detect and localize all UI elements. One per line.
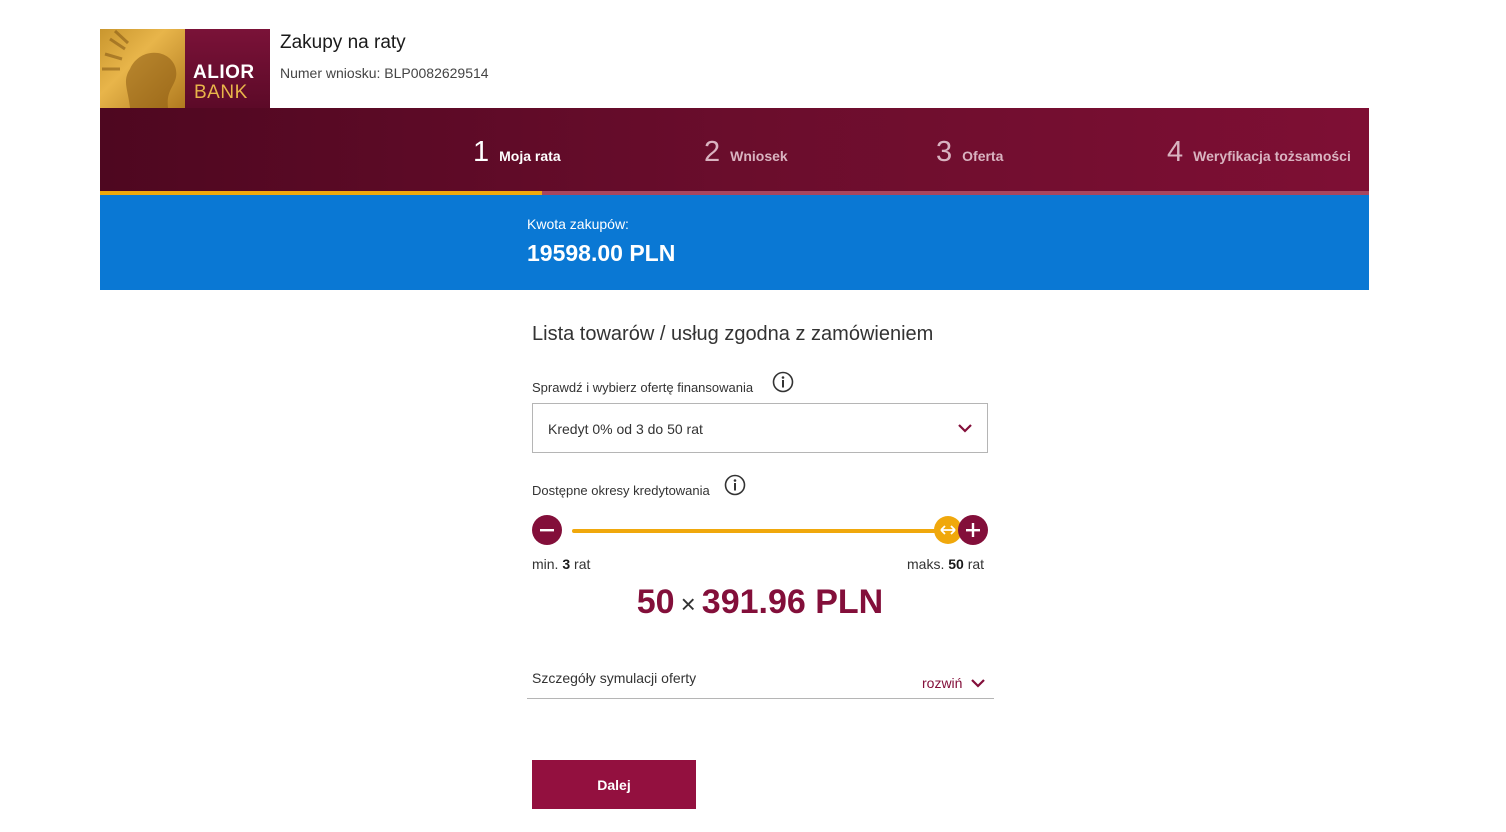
step-number: 4 — [1167, 136, 1184, 168]
step-number: 3 — [936, 136, 953, 168]
offer-select-value: Kredyt 0% od 3 do 50 rat — [548, 421, 703, 437]
amount-label: Kwota zakupów: — [527, 216, 629, 232]
steps-bar: 1 Moja rata 2 Wniosek 3 Oferta 4 Weryfik… — [100, 108, 1369, 191]
minus-icon — [540, 529, 554, 532]
max-prefix: maks. — [907, 556, 945, 572]
chevron-down-icon — [971, 679, 986, 688]
logo-text-alior: ALIOR — [193, 62, 255, 83]
slider-max-label: maks. 50 rat — [907, 556, 984, 572]
step-label: Oferta — [962, 148, 1004, 164]
section-title: Lista towarów / usług zgodna z zamówieni… — [532, 323, 934, 345]
next-button[interactable]: Dalej — [532, 760, 696, 809]
step-label: Moja rata — [499, 148, 561, 164]
plus-icon — [966, 523, 980, 537]
chevron-down-icon — [958, 424, 972, 433]
min-value: 3 — [562, 556, 571, 572]
increase-button[interactable] — [958, 515, 988, 545]
profile-head-icon — [102, 29, 177, 108]
period-label: Dostępne okresy kredytowania — [532, 483, 710, 498]
application-number: Numer wniosku: BLP0082629514 — [280, 65, 489, 81]
installment-count: 50 — [636, 583, 675, 621]
details-toggle-label: rozwiń — [922, 675, 963, 691]
step-label: Wniosek — [730, 148, 788, 164]
amount-bar — [100, 195, 1369, 290]
divider — [527, 698, 994, 699]
step-weryfikacja: 4 Weryfikacja tożsamości — [1167, 136, 1351, 169]
step-moja-rata: 1 Moja rata — [473, 136, 561, 169]
multiply-sign: × — [680, 589, 696, 619]
details-expand-toggle[interactable]: rozwiń — [922, 675, 986, 691]
logo-emblem — [100, 29, 185, 108]
min-prefix: min. — [532, 556, 559, 572]
step-oferta: 3 Oferta — [936, 136, 1003, 169]
amount-value: 19598.00 PLN — [527, 240, 676, 266]
slider-min-label: min. 3 rat — [532, 556, 590, 572]
installment-summary: 50 × 391.96 PLN — [532, 583, 988, 622]
max-suffix: rat — [967, 556, 985, 572]
period-slider-track[interactable] — [572, 529, 948, 533]
min-suffix: rat — [574, 556, 591, 572]
details-label: Szczegóły symulacji oferty — [532, 670, 697, 686]
installment-amount: 391.96 PLN — [701, 583, 884, 621]
page-title: Zakupy na raty — [280, 32, 406, 53]
step-label: Weryfikacja tożsamości — [1193, 148, 1351, 164]
logo-text-bank: BANK — [194, 82, 248, 103]
step-number: 2 — [704, 136, 721, 168]
step-wniosek: 2 Wniosek — [704, 136, 788, 169]
step-number: 1 — [473, 136, 490, 168]
info-icon[interactable] — [724, 474, 746, 496]
max-value: 50 — [948, 556, 964, 572]
info-icon[interactable] — [772, 371, 794, 393]
alior-bank-logo: ALIOR BANK — [100, 29, 270, 108]
offer-select[interactable]: Kredyt 0% od 3 do 50 rat — [532, 403, 988, 453]
offer-label: Sprawdź i wybierz ofertę finansowania — [532, 380, 754, 395]
decrease-button[interactable] — [532, 515, 562, 545]
